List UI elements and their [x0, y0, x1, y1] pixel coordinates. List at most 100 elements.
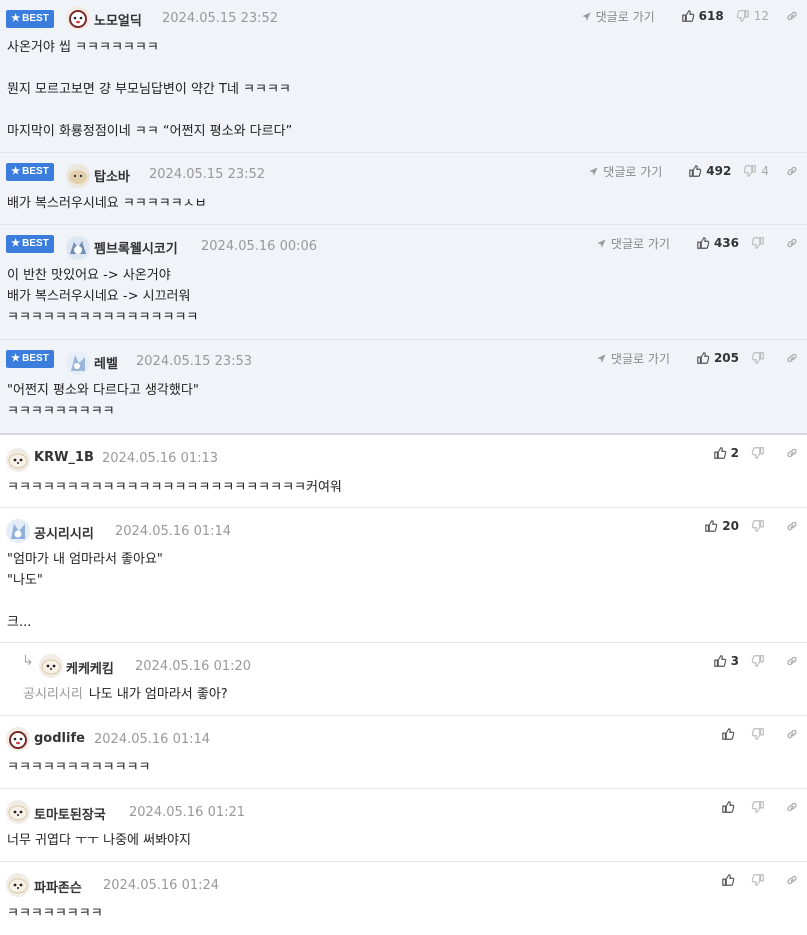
- avatar[interactable]: [6, 727, 30, 751]
- link-icon: [785, 727, 799, 741]
- downvote-button[interactable]: [751, 873, 769, 887]
- thumbs-up-icon: [713, 654, 727, 668]
- link-icon: [785, 446, 799, 460]
- upvote-button[interactable]: 3: [713, 654, 739, 668]
- downvote-button[interactable]: [751, 727, 769, 741]
- thumbs-down-icon: [743, 164, 757, 178]
- permalink-button[interactable]: [785, 519, 799, 533]
- upvote-count: 20: [722, 519, 739, 533]
- comment-item: ★ BEST 탑소바 2024.05.15 23:52 댓글로 가기 492 4 …: [0, 153, 807, 225]
- reply-arrow-icon: ↳: [22, 653, 34, 669]
- author-nickname[interactable]: 노모얼딕: [94, 10, 142, 29]
- link-icon: [785, 519, 799, 533]
- comment-text: ㅋㅋㅋㅋㅋㅋㅋㅋㅋㅋㅋㅋ: [7, 760, 151, 775]
- downvote-button[interactable]: [751, 654, 769, 668]
- avatar[interactable]: [39, 654, 63, 678]
- author-nickname[interactable]: 파파존슨: [34, 877, 82, 896]
- link-icon: [785, 873, 799, 887]
- permalink-button[interactable]: [785, 727, 799, 741]
- comment-date: 2024.05.15 23:53: [136, 354, 253, 369]
- thumbs-down-icon: [751, 519, 765, 533]
- avatar[interactable]: [6, 519, 30, 543]
- upvote-button[interactable]: [721, 727, 739, 741]
- permalink-button[interactable]: [785, 654, 799, 668]
- avatar[interactable]: [66, 236, 90, 260]
- link-icon: [785, 9, 799, 23]
- upvote-button[interactable]: 618: [681, 9, 724, 23]
- upvote-button[interactable]: 2: [713, 446, 739, 460]
- goto-reply-link[interactable]: 댓글로 가기: [581, 8, 655, 25]
- author-nickname[interactable]: KRW_1B: [34, 450, 94, 465]
- star-icon: ★: [11, 353, 21, 364]
- goto-reply-link[interactable]: 댓글로 가기: [596, 350, 670, 367]
- comment-item: ★ BEST 펨브록웰시코기 2024.05.16 00:06 댓글로 가기 43…: [0, 225, 807, 340]
- reply-target-nickname[interactable]: 공시리시리: [23, 687, 83, 702]
- thumbs-down-icon: [751, 873, 765, 887]
- comment-actions: 댓글로 가기 492 4: [588, 153, 799, 189]
- downvote-button[interactable]: 12: [736, 9, 769, 23]
- downvote-button[interactable]: 4: [743, 164, 769, 178]
- downvote-button[interactable]: [751, 446, 769, 460]
- downvote-button[interactable]: [751, 800, 769, 814]
- goto-reply-link[interactable]: 댓글로 가기: [596, 235, 670, 252]
- upvote-button[interactable]: 205: [696, 351, 739, 365]
- link-icon: [785, 236, 799, 250]
- comment-item: KRW_1B 2024.05.16 01:13 2 ㅋㅋㅋㅋㅋㅋㅋㅋㅋㅋㅋㅋㅋㅋ…: [0, 435, 807, 508]
- reply-item: ↳ 케케케킴 2024.05.16 01:20 3 공시리시리 나도 내가 엄마라…: [0, 643, 807, 716]
- send-icon: [596, 353, 607, 364]
- comment-text: 이 반찬 맛있어요 -> 사온거야 배가 복스러우시네요 -> 시끄러워 ㅋㅋㅋ…: [7, 268, 199, 325]
- permalink-button[interactable]: [785, 236, 799, 250]
- author-nickname[interactable]: 공시리시리: [34, 523, 94, 542]
- author-nickname[interactable]: 탑소바: [94, 166, 130, 185]
- comment-item: godlife 2024.05.16 01:14 ㅋㅋㅋㅋㅋㅋㅋㅋㅋㅋㅋㅋ: [0, 716, 807, 789]
- thumbs-down-icon: [751, 351, 765, 365]
- upvote-button[interactable]: 492: [688, 164, 731, 178]
- goto-reply-link[interactable]: 댓글로 가기: [588, 163, 662, 180]
- upvote-button[interactable]: 436: [696, 236, 739, 250]
- downvote-button[interactable]: [751, 351, 769, 365]
- best-badge: ★ BEST: [6, 163, 54, 181]
- permalink-button[interactable]: [785, 800, 799, 814]
- avatar[interactable]: [6, 448, 30, 472]
- thumbs-up-icon: [681, 9, 695, 23]
- permalink-button[interactable]: [785, 873, 799, 887]
- best-comments: ★ BEST 노모얼딕 2024.05.15 23:52 댓글로 가기 618 1…: [0, 0, 807, 435]
- thumbs-up-icon: [721, 873, 735, 887]
- reply-text: 나도 내가 엄마라서 좋아?: [88, 687, 228, 702]
- upvote-button[interactable]: [721, 800, 739, 814]
- comment-date: 2024.05.16 01:14: [94, 732, 211, 747]
- downvote-button[interactable]: [751, 519, 769, 533]
- upvote-count: 205: [713, 351, 739, 365]
- permalink-button[interactable]: [785, 446, 799, 460]
- star-icon: ★: [11, 13, 21, 24]
- comment-date: 2024.05.16 01:24: [103, 878, 220, 893]
- author-nickname[interactable]: 토마토된장국: [34, 804, 106, 823]
- author-nickname[interactable]: godlife: [34, 731, 85, 746]
- comment-text: 배가 복스러우시네요 ㅋㅋㅋㅋㅋㅅㅂ: [7, 196, 207, 211]
- upvote-button[interactable]: 20: [704, 519, 739, 533]
- comment-actions: [709, 716, 799, 752]
- permalink-button[interactable]: [785, 9, 799, 23]
- comment-item: ★ BEST 노모얼딕 2024.05.15 23:52 댓글로 가기 618 1…: [0, 0, 807, 153]
- avatar[interactable]: [66, 6, 90, 30]
- avatar[interactable]: [6, 873, 30, 897]
- thumbs-up-icon: [713, 446, 727, 460]
- author-nickname[interactable]: 케케케킴: [66, 658, 114, 677]
- author-nickname[interactable]: 펨브록웰시코기: [94, 238, 178, 257]
- permalink-button[interactable]: [785, 351, 799, 365]
- upvote-count: 436: [713, 236, 739, 250]
- best-badge: ★ BEST: [6, 350, 54, 368]
- upvote-button[interactable]: [721, 873, 739, 887]
- link-icon: [785, 164, 799, 178]
- author-nickname[interactable]: 레벨: [94, 353, 118, 372]
- thumbs-up-icon: [721, 727, 735, 741]
- link-icon: [785, 800, 799, 814]
- star-icon: ★: [11, 166, 21, 177]
- avatar[interactable]: [6, 800, 30, 824]
- avatar[interactable]: [66, 164, 90, 188]
- downvote-button[interactable]: [751, 236, 769, 250]
- thumbs-down-icon: [751, 800, 765, 814]
- upvote-count: 2: [730, 446, 739, 460]
- permalink-button[interactable]: [785, 164, 799, 178]
- avatar[interactable]: [66, 351, 90, 375]
